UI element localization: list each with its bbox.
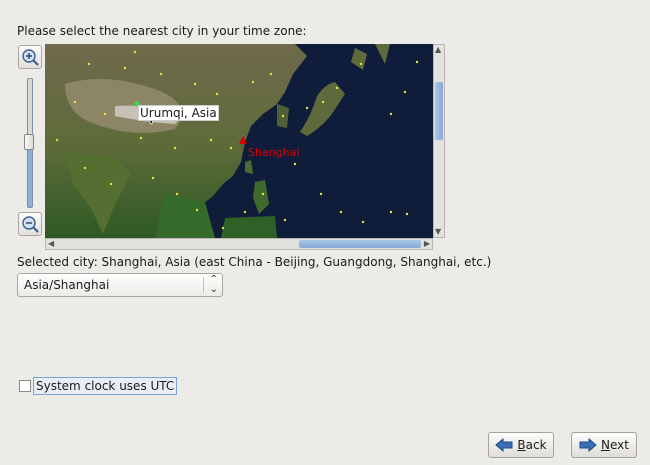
select-divider bbox=[203, 277, 204, 293]
timezone-select-value: Asia/Shanghai bbox=[24, 278, 110, 292]
chevron-updown-icon: ⌃ ⌄ bbox=[209, 274, 218, 295]
prompt-text: Please select the nearest city in your t… bbox=[17, 24, 307, 38]
map-image bbox=[45, 44, 433, 238]
timezone-select[interactable]: Asia/Shanghai ⌃ ⌄ bbox=[17, 273, 223, 297]
scroll-left-icon[interactable]: ◀ bbox=[48, 240, 54, 248]
selected-city-text: Selected city: Shanghai, Asia (east Chin… bbox=[17, 255, 492, 269]
hover-city-tooltip: Urumqi, Asia bbox=[138, 105, 219, 121]
back-button-label: Back bbox=[517, 438, 547, 452]
utc-checkbox[interactable] bbox=[19, 380, 31, 392]
scroll-down-icon[interactable]: ▼ bbox=[435, 228, 441, 236]
map-vertical-scroll-thumb[interactable] bbox=[435, 82, 443, 140]
timezone-map[interactable]: Urumqi, Asia Shanghai bbox=[45, 44, 433, 238]
next-button[interactable]: Next bbox=[571, 432, 637, 458]
utc-checkbox-label[interactable]: System clock uses UTC bbox=[33, 377, 178, 395]
zoom-slider-handle[interactable] bbox=[24, 134, 34, 150]
back-arrow-icon bbox=[495, 438, 513, 452]
next-button-label: Next bbox=[601, 438, 629, 452]
zoom-in-icon bbox=[22, 49, 39, 66]
selected-city-label: Shanghai bbox=[248, 146, 300, 159]
back-button[interactable]: Back bbox=[488, 432, 554, 458]
map-vertical-scrollbar[interactable]: ▲ ▼ bbox=[433, 44, 445, 238]
zoom-in-button[interactable] bbox=[18, 45, 42, 69]
zoom-out-button[interactable] bbox=[18, 212, 42, 236]
map-horizontal-scroll-thumb[interactable] bbox=[299, 240, 421, 248]
zoom-out-icon bbox=[22, 216, 39, 233]
next-arrow-icon bbox=[579, 438, 597, 452]
scroll-right-icon[interactable]: ▶ bbox=[424, 240, 430, 248]
scroll-up-icon[interactable]: ▲ bbox=[435, 46, 441, 54]
